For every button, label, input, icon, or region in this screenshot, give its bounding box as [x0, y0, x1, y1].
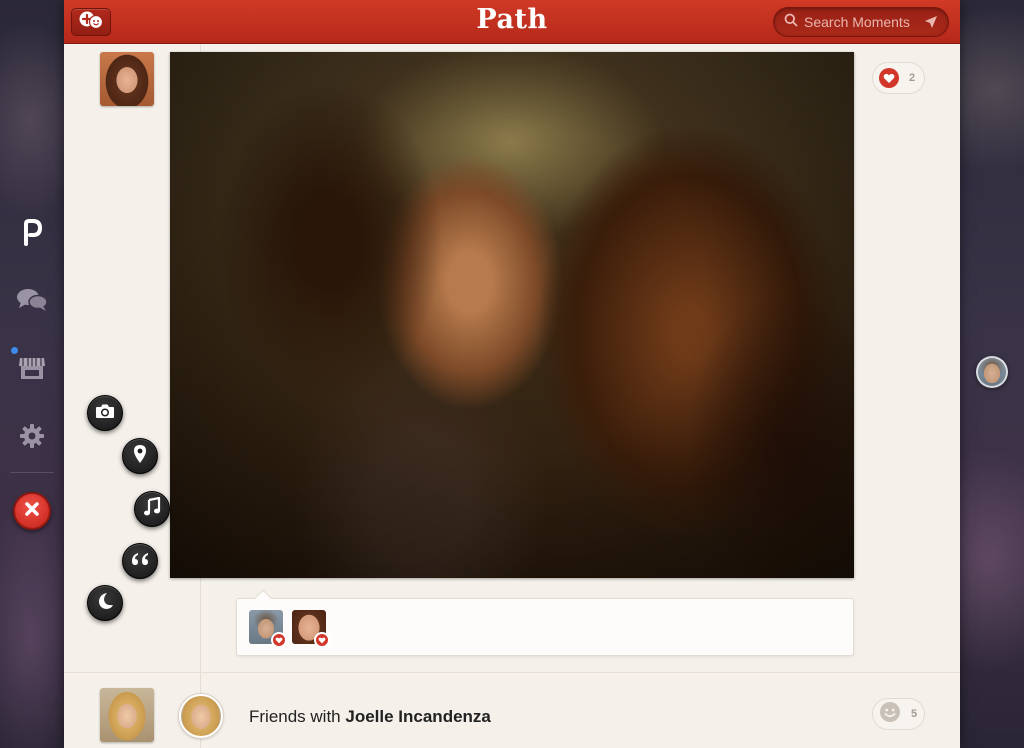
- likes-notch: [254, 589, 272, 607]
- moment-divider: [64, 672, 960, 673]
- compose-music-button[interactable]: [134, 491, 170, 527]
- camera-icon: [95, 403, 115, 424]
- music-note-icon: [143, 496, 161, 522]
- compose-thought-button[interactable]: [122, 543, 158, 579]
- send-arrow-icon[interactable]: [924, 15, 938, 34]
- heart-icon: [271, 632, 287, 648]
- friend-avatar[interactable]: [179, 694, 223, 738]
- quote-icon: [130, 551, 150, 572]
- friend-name[interactable]: Joelle Incandenza: [345, 707, 491, 726]
- smiley-icon: [879, 701, 901, 728]
- compose-sleep-button[interactable]: [87, 585, 123, 621]
- moment-photo[interactable]: [170, 52, 854, 578]
- dock-item-messages[interactable]: [14, 284, 50, 320]
- compose-location-button[interactable]: [122, 438, 158, 474]
- photo-vignette: [170, 52, 854, 578]
- chat-bubbles-icon: [16, 287, 48, 318]
- dock-divider: [10, 472, 54, 473]
- like-count: 2: [909, 72, 916, 84]
- dock-item-shop[interactable]: [14, 352, 50, 388]
- liker-avatar-man[interactable]: [249, 610, 287, 648]
- likes-panel: [236, 589, 854, 656]
- heart-icon: [314, 632, 330, 648]
- friend-edge-avatar[interactable]: [976, 356, 1008, 388]
- moment-author-avatar[interactable]: [100, 688, 154, 742]
- gear-icon: [19, 423, 45, 454]
- path-logo-icon: [19, 218, 45, 251]
- dock-item-settings[interactable]: [14, 420, 50, 456]
- shop-icon: [18, 355, 46, 386]
- like-badge[interactable]: 2: [872, 62, 925, 94]
- friendship-text: Friends with Joelle Incandenza: [249, 707, 491, 727]
- close-compose-button[interactable]: [13, 492, 51, 530]
- reaction-badge[interactable]: 5: [872, 698, 925, 730]
- reaction-count: 5: [911, 708, 918, 720]
- location-pin-icon: [133, 444, 147, 469]
- compose-camera-button[interactable]: [87, 395, 123, 431]
- close-icon: [24, 501, 40, 522]
- search-icon: [784, 13, 798, 32]
- heart-icon: [879, 68, 899, 88]
- liker-avatar-woman[interactable]: [292, 610, 330, 648]
- search-input[interactable]: [804, 14, 914, 30]
- moment-author-avatar[interactable]: [100, 52, 154, 106]
- dock-item-path[interactable]: [14, 216, 50, 252]
- search-box[interactable]: [773, 7, 949, 37]
- top-bar: Path: [64, 0, 960, 44]
- friendship-prefix: Friends with: [249, 707, 346, 726]
- left-dock: [0, 0, 64, 748]
- timeline-panel: Path 2: [64, 0, 960, 748]
- moon-icon: [96, 592, 114, 615]
